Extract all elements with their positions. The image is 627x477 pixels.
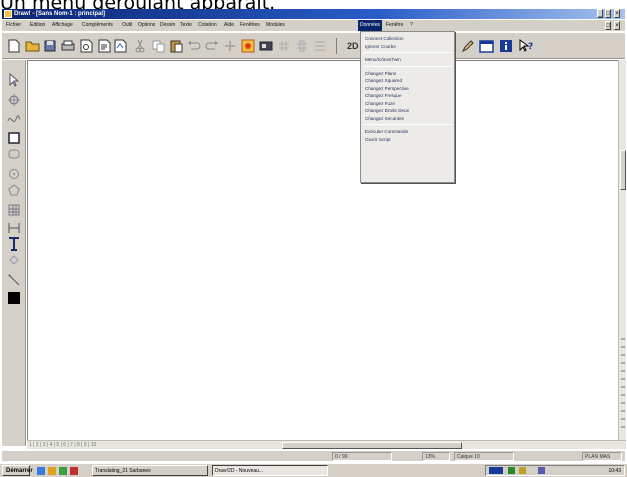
- color-swatch-icon[interactable]: [5, 290, 23, 306]
- horizontal-scroll-thumb[interactable]: [282, 442, 462, 449]
- menu-item-active[interactable]: Données: [358, 20, 383, 31]
- redo-icon[interactable]: [204, 38, 220, 54]
- menu-item[interactable]: Fenêtres: [240, 20, 260, 31]
- os-taskbar: Démarrer Translating_21 Sarbanes Draw!2D…: [0, 463, 627, 477]
- menu-item[interactable]: Fichier: [6, 20, 21, 31]
- text-tool-icon[interactable]: [5, 236, 23, 252]
- app-icon: [4, 10, 12, 18]
- copy-icon[interactable]: [150, 38, 166, 54]
- window-title-bar: Draw! - [Sans Nom-1 : principal] _ □ ×: [2, 9, 625, 19]
- svg-text:?: ?: [528, 42, 533, 52]
- node-edit-icon[interactable]: [5, 92, 23, 108]
- dropdown-menu-item[interactable]: Connect Collection: [361, 35, 454, 42]
- taskbar-item-active[interactable]: Draw!2D - Nouveau...: [212, 465, 328, 476]
- page-setup-icon[interactable]: [96, 38, 112, 54]
- print-icon[interactable]: [60, 38, 76, 54]
- paste-icon[interactable]: [168, 38, 184, 54]
- window-title: Draw! - [Sans Nom-1 : principal]: [14, 11, 106, 17]
- clock: 10:43: [608, 468, 621, 474]
- menu-item[interactable]: Dessin: [160, 20, 175, 31]
- menu-bar: Fichier Edition Affichage Compléments Ou…: [2, 20, 625, 31]
- help-cursor-icon[interactable]: ?: [518, 38, 534, 54]
- layer-icon[interactable]: [240, 38, 256, 54]
- start-button[interactable]: Démarrer: [2, 465, 33, 476]
- menu-item[interactable]: Modules: [266, 20, 285, 31]
- maximize-button[interactable]: □: [605, 9, 611, 18]
- menu-item[interactable]: Options: [138, 20, 155, 31]
- menu-item[interactable]: Compléments: [82, 20, 113, 31]
- quick-launch-icons[interactable]: [36, 466, 86, 476]
- menu-item[interactable]: Aide: [224, 20, 234, 31]
- dropdown-menu-item[interactable]: Ouvrir Script: [361, 136, 454, 143]
- menu-separator: [363, 65, 452, 67]
- vertical-scroll-thumb[interactable]: [620, 150, 626, 190]
- layer-markers: [620, 335, 626, 435]
- fill-tool-icon[interactable]: [5, 252, 23, 268]
- dropdown-menu-item[interactable]: Changez Droite Deux: [361, 107, 454, 114]
- drawing-canvas[interactable]: [27, 60, 618, 440]
- cut-icon[interactable]: [132, 38, 148, 54]
- dropdown-menu-item[interactable]: Changez Fresque: [361, 92, 454, 99]
- dropdown-menu-item[interactable]: Changez Fuze: [361, 100, 454, 107]
- status-coords: 0 / 99: [332, 452, 392, 461]
- select-arrow-icon[interactable]: [5, 72, 23, 88]
- dropdown-menu-item[interactable]: Exécuter Commande: [361, 128, 454, 135]
- print-preview-icon[interactable]: [78, 38, 94, 54]
- vertical-scrollbar[interactable]: [618, 60, 626, 440]
- dropdown-menu-item[interactable]: Changez Plans: [361, 70, 454, 77]
- menu-item[interactable]: Texte: [180, 20, 192, 31]
- toolbar-separator: [328, 38, 344, 54]
- save-icon[interactable]: [42, 38, 58, 54]
- dropdown-menu: Connect Collection Ignorer Courbe Menu/Icô…: [360, 31, 455, 183]
- minimize-button[interactable]: _: [597, 9, 603, 18]
- dropdown-menu-item[interactable]: Changez Secantes: [361, 115, 454, 122]
- dropdown-menu-item[interactable]: Ignorer Courbe: [361, 43, 454, 50]
- menu-item[interactable]: ?: [410, 20, 413, 31]
- doc-restore-button[interactable]: □: [605, 21, 611, 30]
- close-button[interactable]: ×: [614, 9, 620, 18]
- system-tray: 10:43: [485, 465, 625, 476]
- menu-item[interactable]: Affichage: [52, 20, 73, 31]
- window-icon[interactable]: [478, 38, 494, 54]
- ellipse-tool-icon[interactable]: [5, 166, 23, 182]
- doc-close-button[interactable]: ×: [614, 21, 620, 30]
- status-layer: Calque 10: [454, 452, 514, 461]
- menu-item[interactable]: Edition: [30, 20, 45, 31]
- dropdown-menu-item[interactable]: Menu/IcônesTwin: [361, 56, 454, 63]
- drawing-tools-bar: [2, 60, 26, 446]
- menu-separator: [363, 52, 452, 53]
- pencil-tool-icon[interactable]: [460, 38, 476, 54]
- snap-icon[interactable]: [294, 38, 310, 54]
- open-folder-icon[interactable]: [24, 38, 40, 54]
- dropdown-menu-item[interactable]: Changez Perspective: [361, 85, 454, 92]
- rectangle-tool-icon[interactable]: [5, 130, 23, 146]
- menu-separator: [363, 124, 452, 125]
- pdf-icon[interactable]: [112, 38, 128, 54]
- align-icon[interactable]: [312, 38, 328, 54]
- object-icon[interactable]: [258, 38, 274, 54]
- page-tabs[interactable]: 1 | 2 | 3 | 4 | 5 | 6 | 7 | 8 | 9 | 10: [29, 442, 96, 449]
- menu-item[interactable]: Cotation: [198, 20, 217, 31]
- info-icon[interactable]: [498, 38, 514, 54]
- status-bar: 0 / 99 13% Calque 10 PLAN MAS: [2, 450, 625, 461]
- new-file-icon[interactable]: [6, 38, 22, 54]
- rounded-rect-icon[interactable]: [5, 146, 23, 162]
- table-tool-icon[interactable]: [5, 202, 23, 218]
- dropdown-menu-item[interactable]: Changez Squared: [361, 77, 454, 84]
- horizontal-scrollbar[interactable]: 1 | 2 | 3 | 4 | 5 | 6 | 7 | 8 | 9 | 10: [27, 440, 626, 449]
- undo-icon[interactable]: [186, 38, 202, 54]
- freehand-icon[interactable]: [5, 110, 23, 126]
- grid-icon[interactable]: [276, 38, 292, 54]
- polygon-tool-icon[interactable]: [5, 182, 23, 198]
- menu-item[interactable]: Fenêtre: [386, 20, 403, 31]
- dimension-tool-icon[interactable]: [5, 220, 23, 236]
- zoom-2d-label[interactable]: 2D: [347, 39, 361, 53]
- status-plan: PLAN MAS: [582, 452, 622, 461]
- add-icon[interactable]: [222, 38, 238, 54]
- status-zoom: 13%: [422, 452, 450, 461]
- menu-item[interactable]: Outil: [122, 20, 132, 31]
- main-toolbar: 2D ?: [2, 33, 625, 59]
- line-tool-icon[interactable]: [5, 272, 23, 288]
- taskbar-item[interactable]: Translating_21 Sarbanes: [92, 465, 208, 476]
